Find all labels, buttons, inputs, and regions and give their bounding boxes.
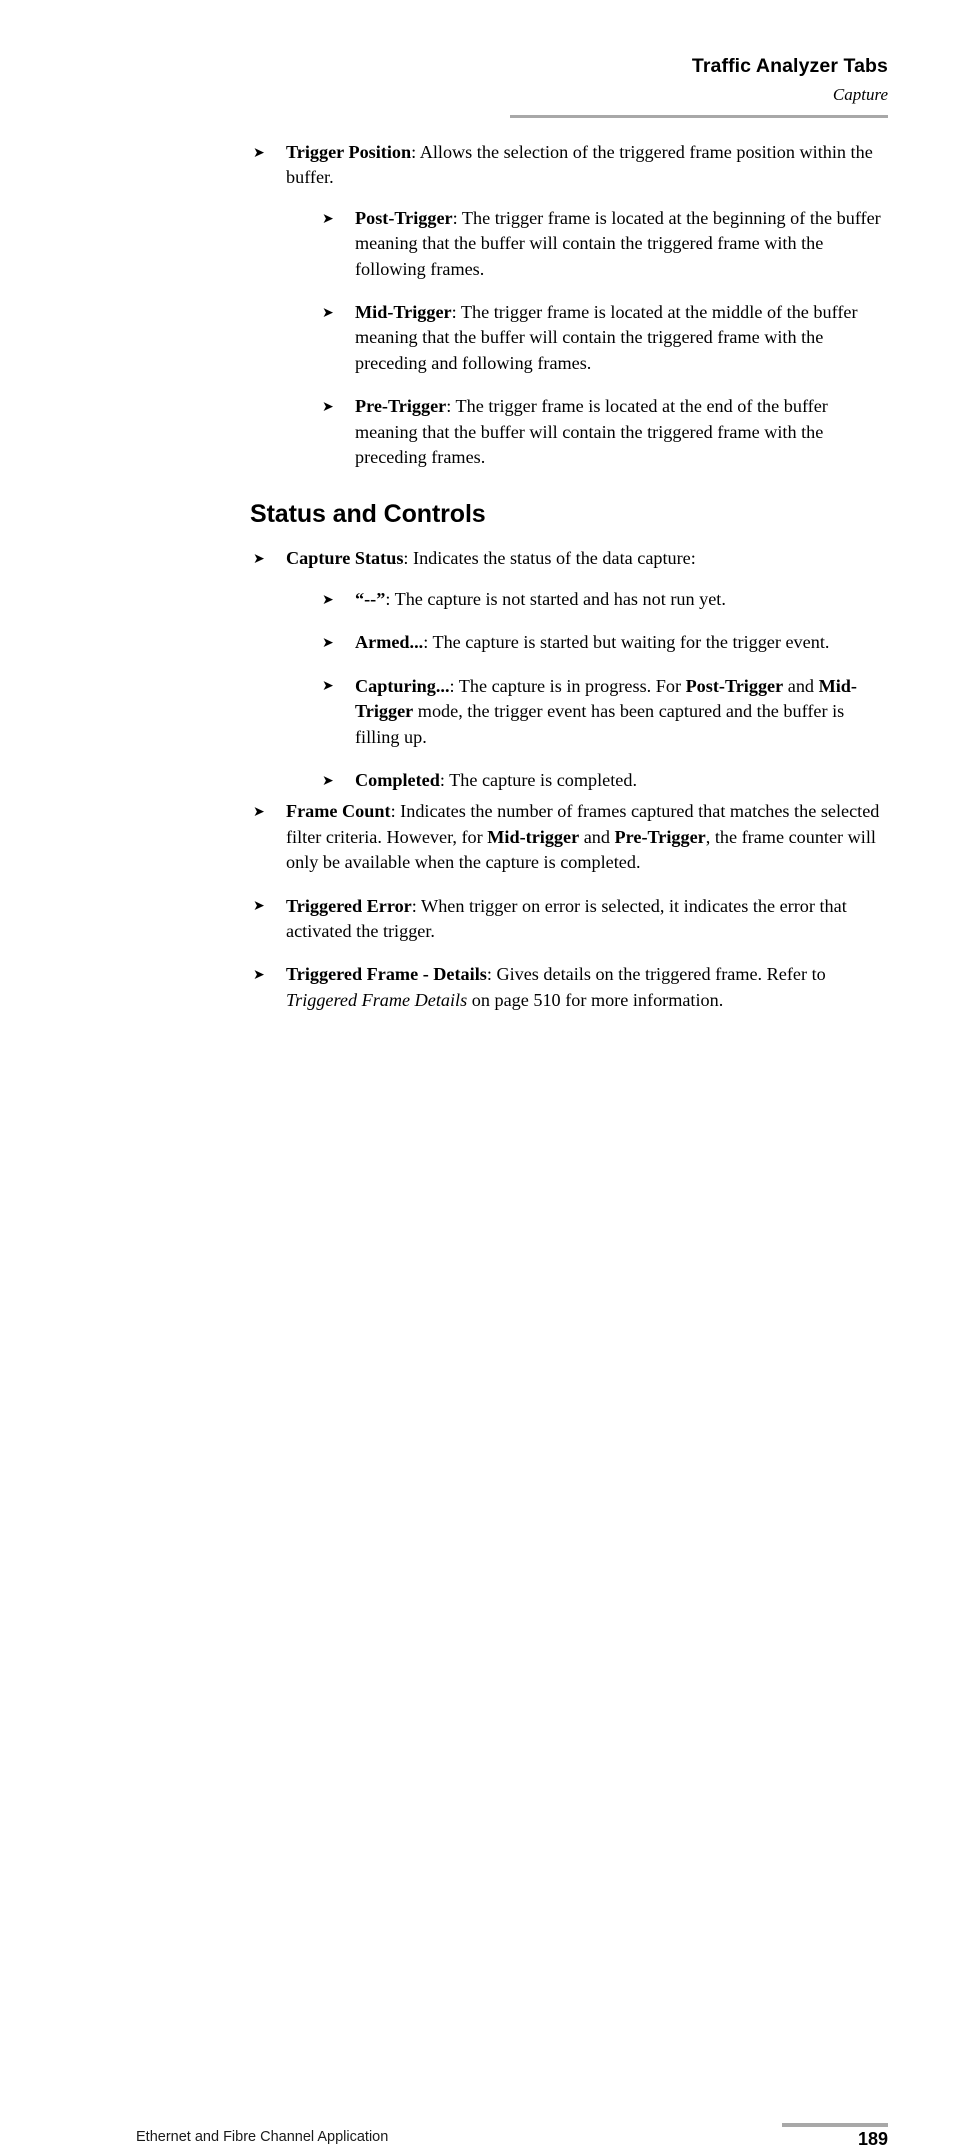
list-item-status-not-started: ➤ “--”: The capture is not started and h… <box>319 587 890 612</box>
arrow-bullet-icon: ➤ <box>322 304 334 321</box>
term-inline-pre-trigger: Pre-Trigger <box>614 826 706 847</box>
text-status-dashes: : The capture is not started and has not… <box>385 588 726 609</box>
list-item-pre-trigger: ➤ Pre-Trigger: The trigger frame is loca… <box>319 394 890 470</box>
text-status-armed: : The capture is started but waiting for… <box>423 632 830 653</box>
header-title: Traffic Analyzer Tabs <box>691 55 888 77</box>
list-item-mid-trigger: ➤ Mid-Trigger: The trigger frame is loca… <box>319 300 890 376</box>
list-item-post-trigger: ➤ Post-Trigger: The trigger frame is loc… <box>319 206 890 282</box>
list-item-frame-count: ➤ Frame Count: Indicates the number of f… <box>250 799 890 875</box>
arrow-bullet-icon: ➤ <box>322 210 334 227</box>
text-status-completed: : The capture is completed. <box>439 769 638 790</box>
text-triggered-frame-details-1: : Gives details on the triggered frame. … <box>486 964 826 985</box>
text-frame-count-2: and <box>579 826 615 847</box>
bullet-list-trigger-position-modes: ➤ Post-Trigger: The trigger frame is loc… <box>319 206 890 471</box>
term-trigger-position: Trigger Position <box>286 142 412 162</box>
list-item-triggered-frame-details: ➤ Triggered Frame - Details: Gives detai… <box>250 962 890 1013</box>
term-triggered-frame-details: Triggered Frame - Details <box>286 964 487 985</box>
page-header: Traffic Analyzer Tabs Capture <box>0 0 954 125</box>
arrow-bullet-icon: ➤ <box>253 804 265 820</box>
arrow-bullet-icon: ➤ <box>322 772 334 789</box>
arrow-bullet-icon: ➤ <box>322 634 334 651</box>
term-status-armed: Armed... <box>355 632 424 653</box>
list-item-status-capturing: ➤ Capturing...: The capture is in progre… <box>319 674 890 750</box>
text-triggered-frame-details-2: on page 510 for more information. <box>467 989 724 1010</box>
footer-document-title: Ethernet and Fibre Channel Application <box>136 2129 389 2145</box>
list-item-status-completed: ➤ Completed: The capture is completed. <box>319 768 890 793</box>
term-inline-post-trigger: Post-Trigger <box>685 675 784 696</box>
arrow-bullet-icon: ➤ <box>322 398 334 415</box>
text-status-capturing-3: mode, the trigger event has been capture… <box>355 701 845 747</box>
term-triggered-error: Triggered Error <box>286 895 412 916</box>
section-heading-status-and-controls: Status and Controls <box>250 500 486 529</box>
list-item-trigger-position: ➤ Trigger Position: Allows the selection… <box>250 140 890 470</box>
page-footer: Ethernet and Fibre Channel Application 1… <box>0 1059 954 2149</box>
list-item-triggered-error: ➤ Triggered Error: When trigger on error… <box>250 894 890 945</box>
arrow-bullet-icon: ➤ <box>253 898 265 915</box>
cross-reference-triggered-frame-details[interactable]: Triggered Frame Details <box>286 990 467 1010</box>
term-status-capturing: Capturing... <box>355 675 450 696</box>
term-mid-trigger: Mid-Trigger <box>355 302 452 323</box>
footer-divider-rule <box>782 2123 888 2127</box>
text-status-capturing-1: : The capture is in progress. For <box>449 675 686 696</box>
header-divider-rule <box>510 115 888 118</box>
arrow-bullet-icon: ➤ <box>253 551 265 568</box>
bullet-list-capture-status-values: ➤ “--”: The capture is not started and h… <box>319 587 890 793</box>
text-capture-status: : Indicates the status of the data captu… <box>403 548 696 569</box>
bullet-list-status-controls: ➤ Capture Status: Indicates the status o… <box>250 546 890 1013</box>
text-status-capturing-2: and <box>783 675 819 696</box>
list-item-capture-status: ➤ Capture Status: Indicates the status o… <box>250 546 890 793</box>
term-post-trigger: Post-Trigger <box>355 207 453 228</box>
page-content: ➤ Trigger Position: Allows the selection… <box>250 140 890 1019</box>
term-frame-count: Frame Count <box>286 801 391 822</box>
arrow-bullet-icon: ➤ <box>253 967 265 984</box>
header-subtitle: Capture <box>832 85 888 104</box>
arrow-bullet-icon: ➤ <box>322 591 334 608</box>
page-number: 189 <box>857 2129 888 2149</box>
list-item-status-armed: ➤ Armed...: The capture is started but w… <box>319 630 890 655</box>
term-inline-mid-trigger-2: Mid-trigger <box>487 826 580 847</box>
arrow-bullet-icon: ➤ <box>253 144 265 161</box>
term-status-completed: Completed <box>355 769 440 790</box>
term-pre-trigger: Pre-Trigger <box>355 396 447 417</box>
term-capture-status: Capture Status <box>286 548 404 569</box>
term-status-dashes: “--” <box>355 588 386 609</box>
bullet-list-level1: ➤ Trigger Position: Allows the selection… <box>250 140 890 470</box>
arrow-bullet-icon: ➤ <box>322 678 334 695</box>
